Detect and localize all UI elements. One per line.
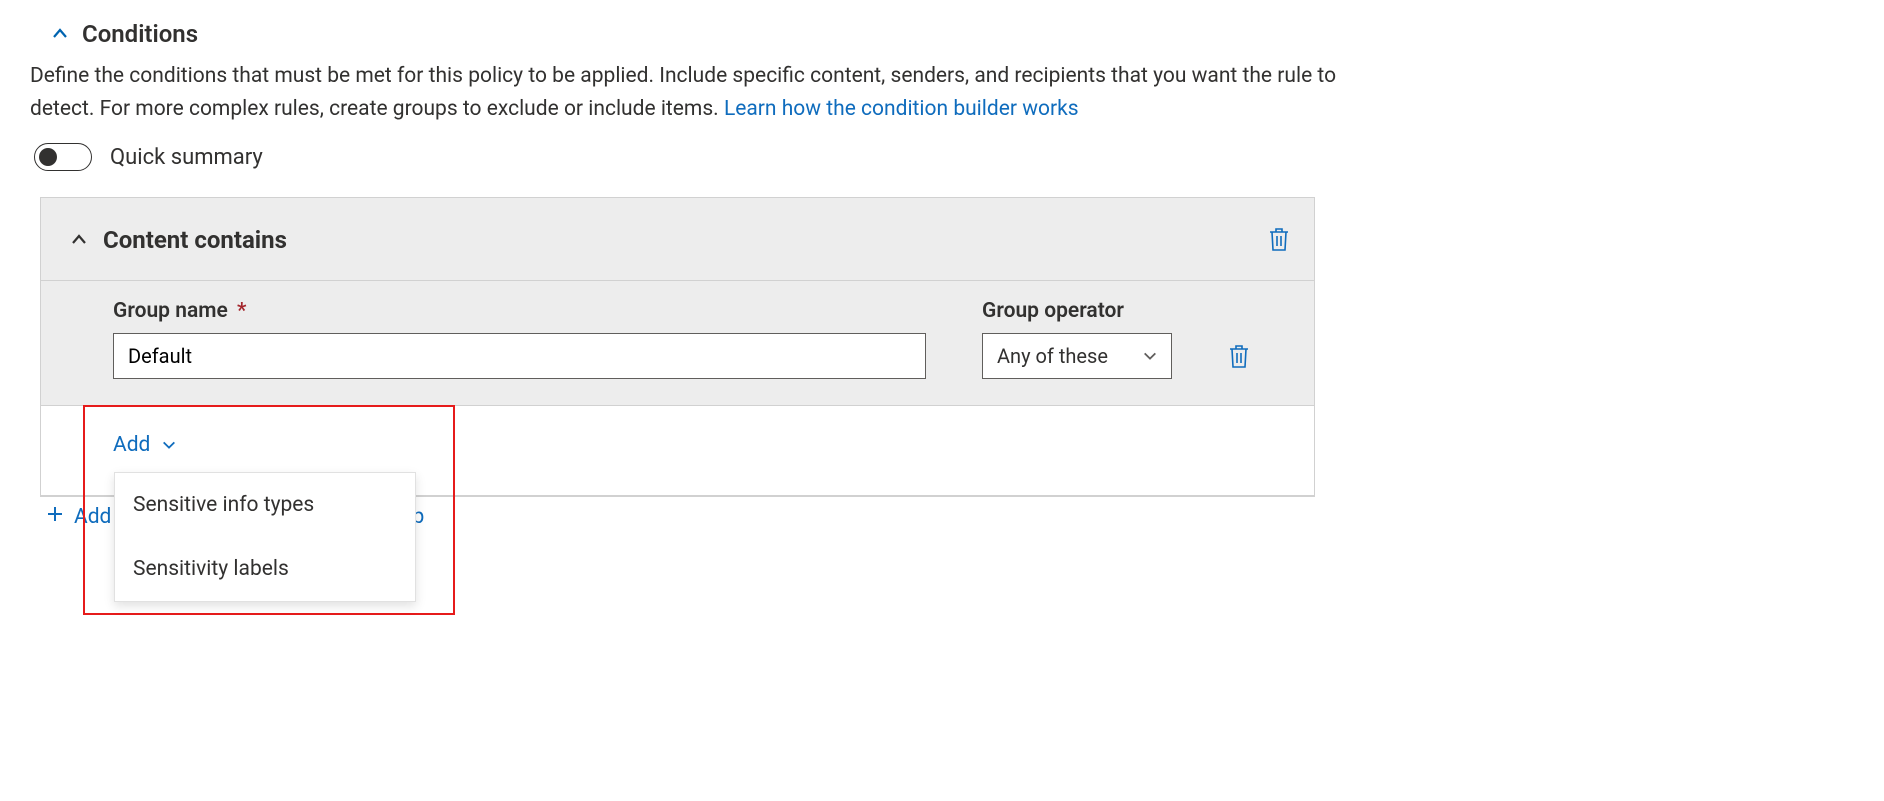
group-operator-select[interactable]: Any of these — [982, 333, 1172, 379]
add-dropdown-button[interactable]: Add — [113, 433, 178, 457]
content-contains-panel: Content contains Group name * Group oper… — [40, 197, 1315, 497]
group-name-input[interactable] — [113, 333, 926, 379]
group-name-label-text: Group name — [113, 299, 228, 323]
quick-summary-toggle[interactable] — [34, 143, 92, 171]
group-row: Group name * Group operator Any of these — [41, 281, 1314, 406]
trash-icon[interactable] — [1228, 343, 1250, 369]
content-contains-header[interactable]: Content contains — [41, 198, 1314, 281]
description-text: Define the conditions that must be met f… — [30, 64, 1336, 121]
required-asterisk: * — [237, 299, 246, 323]
chevron-up-icon — [69, 230, 89, 250]
add-dropdown-menu: Sensitive info types Sensitivity labels — [114, 472, 416, 602]
chevron-down-icon — [160, 436, 178, 454]
quick-summary-label: Quick summary — [110, 145, 263, 170]
group-operator-column: Group operator Any of these — [982, 299, 1172, 379]
section-header: Conditions — [50, 20, 1854, 48]
learn-link[interactable]: Learn how the condition builder works — [724, 97, 1079, 121]
trash-icon[interactable] — [1268, 226, 1290, 252]
menu-item-sensitivity-labels[interactable]: Sensitivity labels — [115, 537, 415, 601]
content-contains-title: Content contains — [103, 226, 287, 254]
plus-icon — [46, 505, 64, 529]
group-operator-value: Any of these — [997, 344, 1108, 368]
add-label: Add — [113, 433, 150, 457]
group-name-column: Group name * — [113, 299, 926, 379]
section-title: Conditions — [82, 20, 198, 48]
toggle-knob — [39, 148, 57, 166]
menu-item-sensitive-info-types[interactable]: Sensitive info types — [115, 473, 415, 537]
group-operator-label: Group operator — [982, 299, 1172, 323]
add-row: Add Sensitive info types Sensitivity lab… — [41, 406, 1314, 496]
section-description: Define the conditions that must be met f… — [30, 60, 1390, 125]
chevron-down-icon — [1141, 347, 1159, 365]
group-name-label: Group name * — [113, 299, 926, 323]
chevron-up-icon[interactable] — [50, 24, 70, 44]
quick-summary-row: Quick summary — [34, 143, 1854, 171]
